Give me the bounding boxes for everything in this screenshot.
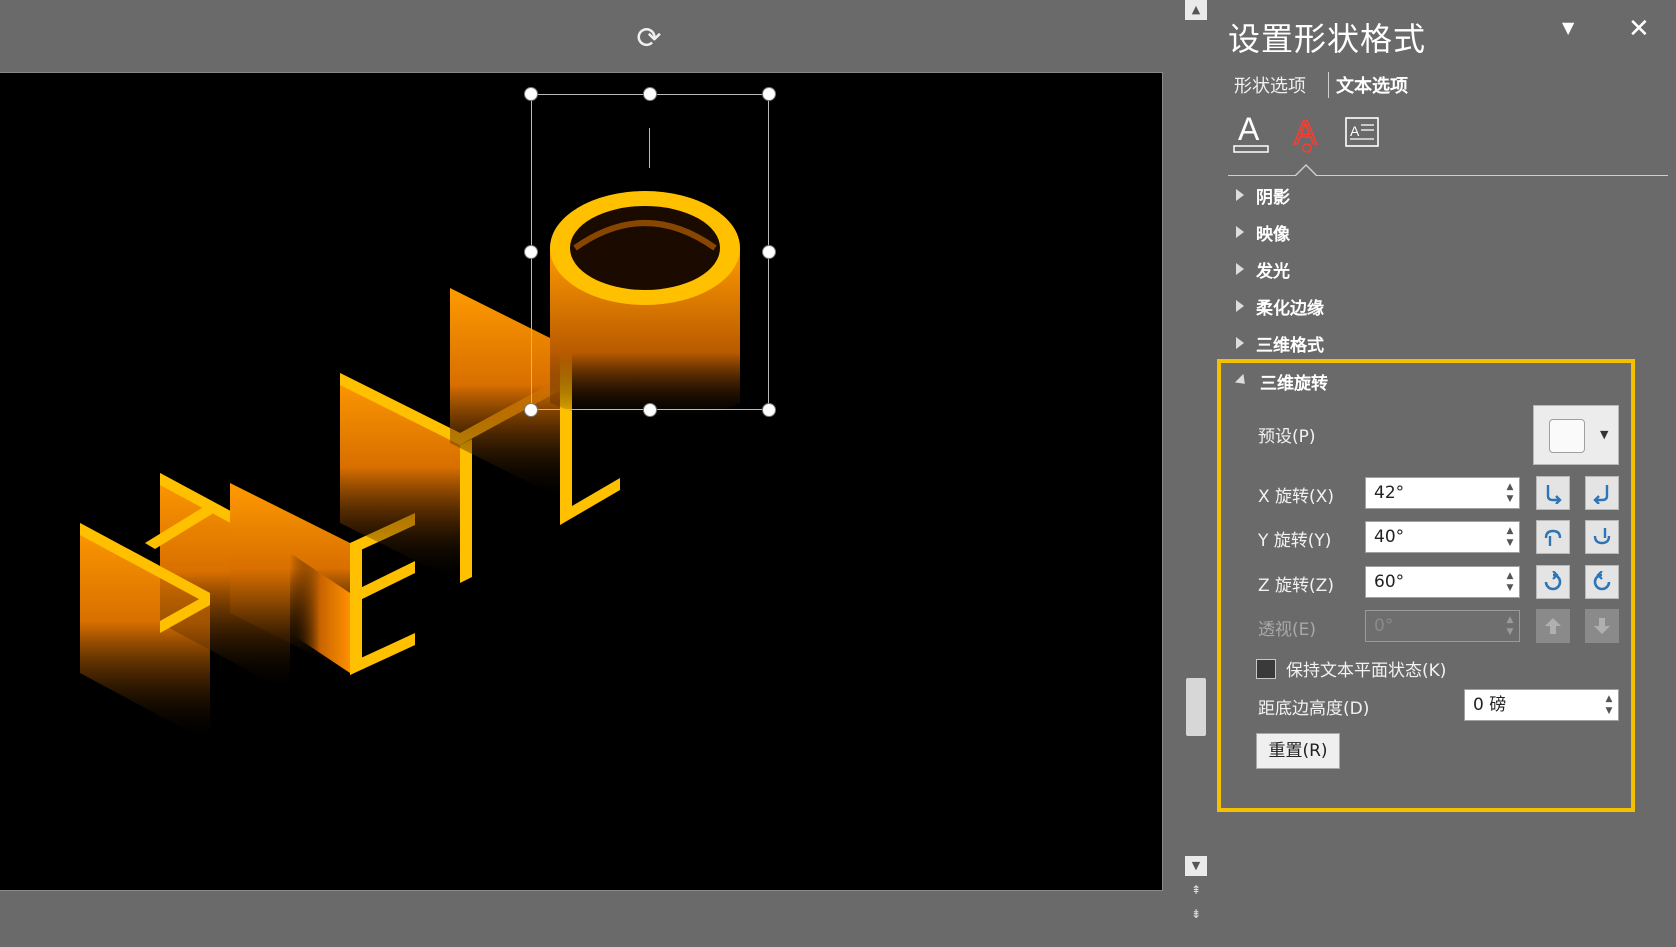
text-fill-outline-icon[interactable]: A [1230,110,1272,156]
reset-button[interactable]: 重置(R) [1256,733,1340,769]
y-rotation-value: 40° [1374,527,1405,547]
preset-label: 预设(P) [1258,427,1316,447]
resize-handle-w[interactable] [524,245,538,259]
resize-handle-se[interactable] [762,403,776,417]
spinner-arrows: ▲ ▼ [1506,615,1514,637]
perspective-narrow-button [1536,609,1570,643]
section-3d-format[interactable]: 三维格式 [1236,328,1324,358]
keep-text-flat-label[interactable]: 保持文本平面状态(K) [1286,656,1446,681]
scroll-up-button[interactable]: ▲ [1185,0,1207,20]
x-rotation-input[interactable]: 42° ▲ ▼ [1365,477,1520,509]
z-rotate-clockwise-button[interactable] [1536,565,1570,599]
perspective-value: 0° [1374,616,1394,636]
vertical-scrollbar[interactable]: ▲ ▼ ⇞ ⇟ [1182,0,1211,947]
expand-icon [1236,263,1244,275]
section-soft-edges[interactable]: 柔化边缘 [1236,291,1324,321]
rotate-handle-icon[interactable]: ⟳ [632,22,666,56]
keep-text-flat-checkbox[interactable] [1256,659,1276,679]
spinner-arrows[interactable]: ▲ ▼ [1505,481,1515,505]
slide-canvas[interactable] [0,72,1163,891]
section-label: 发光 [1256,261,1290,282]
section-3d-rotation[interactable]: 三维旋转 [1234,366,1328,396]
preset-swatch [1549,419,1585,453]
y-rotate-up-button[interactable] [1536,520,1570,554]
perspective-widen-button [1585,609,1619,643]
x-rotate-left-button[interactable] [1536,476,1570,510]
scroll-thumb[interactable] [1186,678,1206,736]
expand-icon [1236,337,1244,349]
z-rotation-input[interactable]: 60° ▲ ▼ [1365,566,1520,598]
x-rotation-value: 42° [1374,483,1405,503]
tab-shape-options[interactable]: 形状选项 [1234,72,1306,98]
distance-value: 0 磅 [1473,695,1507,715]
distance-from-ground-input[interactable]: 0 磅 ▲ ▼ [1464,689,1619,721]
perspective-input: 0° ▲ ▼ [1365,610,1520,642]
spinner-arrows[interactable]: ▲ ▼ [1604,693,1614,717]
scroll-down-button[interactable]: ▼ [1185,856,1207,876]
pane-options-dropdown-icon[interactable]: ▼ [1562,18,1574,37]
preset-dropdown[interactable]: ▼ [1533,405,1619,465]
tab-divider [1328,72,1329,98]
expand-icon [1236,189,1244,201]
section-label: 柔化边缘 [1256,298,1324,319]
resize-handle-nw[interactable] [524,87,538,101]
resize-handle-ne[interactable] [762,87,776,101]
section-reflection[interactable]: 映像 [1236,217,1290,247]
letter-o [550,191,740,423]
active-icon-caret-inner [1296,166,1316,176]
chevron-down-icon: ▼ [1600,428,1609,441]
y-rotation-label: Y 旋转(Y) [1258,531,1332,551]
previous-slide-icon[interactable]: ⇞ [1185,882,1207,898]
y-rotate-down-button[interactable] [1585,520,1619,554]
slide-workspace: ⟳ [0,0,1180,947]
x-rotate-right-button[interactable] [1585,476,1619,510]
resize-handle-sw[interactable] [524,403,538,417]
section-label: 映像 [1256,224,1290,245]
expand-icon [1236,300,1244,312]
section-glow[interactable]: 发光 [1236,254,1290,284]
x-rotation-label: X 旋转(X) [1258,487,1334,507]
section-shadow[interactable]: 阴影 [1236,180,1290,210]
svg-text:A: A [1238,111,1260,147]
resize-handle-n[interactable] [643,87,657,101]
3d-text-artwork[interactable] [0,73,1162,890]
section-label: 三维旋转 [1260,373,1328,394]
next-slide-icon[interactable]: ⇟ [1185,906,1207,922]
perspective-label: 透视(E) [1258,620,1317,640]
spinner-arrows[interactable]: ▲ ▼ [1505,570,1515,594]
resize-handle-s[interactable] [643,403,657,417]
spinner-arrows[interactable]: ▲ ▼ [1505,525,1515,549]
pane-title: 设置形状格式 [1228,20,1427,58]
textbox-layout-icon[interactable]: A [1342,110,1384,156]
distance-from-ground-label: 距底边高度(D) [1258,699,1370,719]
svg-text:A: A [1294,114,1317,152]
expand-icon [1236,226,1244,238]
y-rotation-input[interactable]: 40° ▲ ▼ [1365,521,1520,553]
section-label: 三维格式 [1256,335,1324,356]
svg-text:A: A [1350,123,1360,139]
text-effects-icon[interactable]: A [1286,110,1328,156]
tab-text-options[interactable]: 文本选项 [1336,72,1408,98]
z-rotation-value: 60° [1374,572,1405,592]
rotate-connector [649,128,650,168]
format-shape-pane: 设置形状格式 ▼ ✕ 形状选项 文本选项 A A A 阴影 映像 发光 柔化边缘… [1210,0,1676,947]
close-icon[interactable]: ✕ [1628,14,1650,44]
z-rotate-counterclockwise-button[interactable] [1585,565,1619,599]
collapse-icon [1234,373,1250,389]
resize-handle-e[interactable] [762,245,776,259]
section-label: 阴影 [1256,187,1290,208]
z-rotation-label: Z 旋转(Z) [1258,576,1334,596]
